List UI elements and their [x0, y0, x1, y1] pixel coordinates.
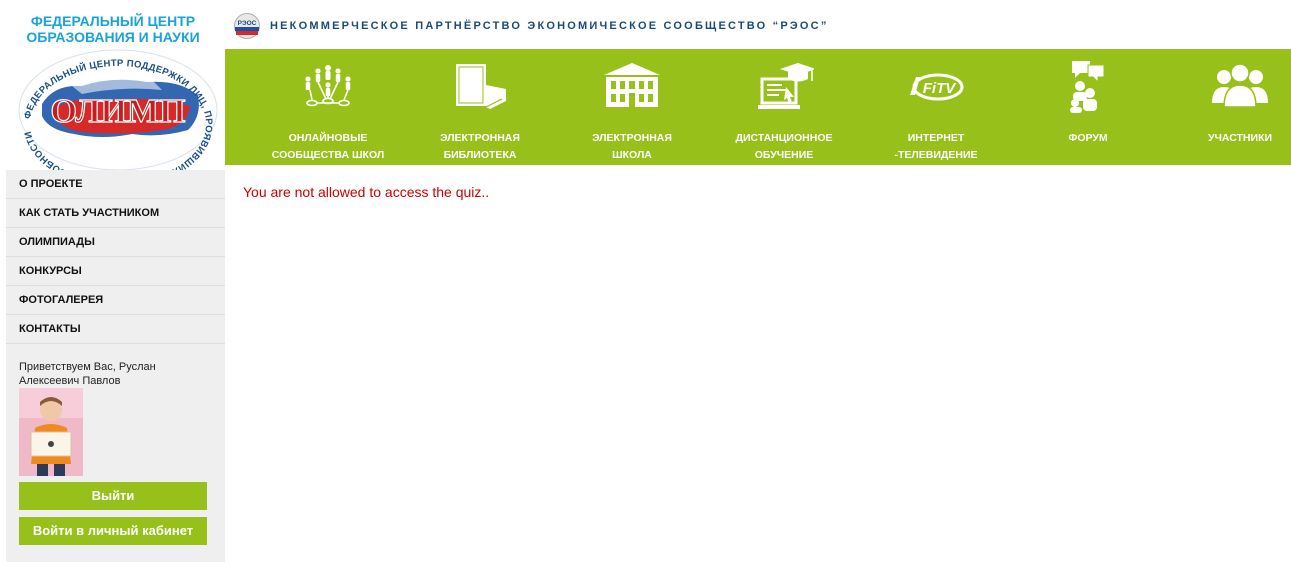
nav-e-library[interactable]: ЭЛЕКТРОННАЯ БИБЛИОТЕКА — [410, 49, 550, 165]
forum-chat-icon — [1070, 61, 1105, 113]
site-title: ФЕДЕРАЛЬНЫЙ ЦЕНТР ОБРАЗОВАНИЯ И НАУКИ — [20, 13, 206, 45]
nav-label: ЭЛЕКТРОННАЯ ШКОЛА — [592, 132, 672, 161]
access-denied-message: You are not allowed to access the quiz.. — [243, 184, 490, 200]
olimp-logo[interactable]: ФЕДЕРАЛЬНЫЙ ЦЕНТР ПОДДЕРЖКИ ЛИЦ, ПРОЯВИВ… — [12, 46, 224, 170]
avatar[interactable] — [19, 388, 83, 476]
sidebar-item-photo-gallery[interactable]: ФОТОГАЛЕРЕЯ — [6, 286, 225, 315]
network-people-icon — [305, 65, 351, 107]
sidebar: О ПРОЕКТЕ КАК СТАТЬ УЧАСТНИКОМ ОЛИМПИАДЫ… — [6, 170, 225, 562]
sidebar-item-how-to-join[interactable]: КАК СТАТЬ УЧАСТНИКОМ — [6, 199, 225, 228]
sidebar-item-olympiads[interactable]: ОЛИМПИАДЫ — [6, 228, 225, 257]
welcome-text: Приветствуем Вас, Руслан Алексеевич Павл… — [19, 361, 156, 387]
nav-label: УЧАСТНИКИ — [1207, 132, 1273, 144]
school-building-icon — [604, 63, 660, 107]
nav-forum[interactable]: ФОРУМ — [1018, 49, 1158, 165]
fitv-text: FiTV — [923, 80, 957, 97]
nav-participants[interactable]: УЧАСТНИКИ — [1170, 49, 1291, 165]
fitv-logo-icon: FiTV — [910, 73, 964, 101]
partnership-title[interactable]: НЕКОММЕРЧЕСКОЕ ПАРТНЁРСТВО ЭКОНОМИЧЕСКОЕ… — [270, 20, 829, 32]
nav-label: ЭЛЕКТРОННАЯ БИБЛИОТЕКА — [440, 132, 520, 161]
main-nav: ОНЛАЙНОВЫЕ СООБЩЕСТВА ШКОЛ ЭЛЕКТРОННАЯ Б… — [225, 49, 1291, 165]
books-icon — [456, 64, 506, 109]
logout-button[interactable]: Выйти — [19, 482, 207, 510]
sidebar-item-contests[interactable]: КОНКУРСЫ — [6, 257, 225, 286]
nav-e-school[interactable]: ЭЛЕКТРОННАЯ ШКОЛА — [562, 49, 702, 165]
nav-online-communities[interactable]: ОНЛАЙНОВЫЕ СООБЩЕСТВА ШКОЛ — [258, 49, 398, 165]
personal-cabinet-button[interactable]: Войти в личный кабинет — [19, 517, 207, 545]
nav-label: ФОРУМ — [1068, 132, 1108, 144]
sidebar-item-about[interactable]: О ПРОЕКТЕ — [6, 170, 225, 199]
nav-label: ОНЛАЙНОВЫЕ СООБЩЕСТВА ШКОЛ — [271, 132, 385, 161]
nav-label: ИНТЕРНЕТ -ТЕЛЕВИДЕНИЕ — [894, 132, 978, 161]
reos-badge-text: РЭОС — [238, 20, 257, 27]
nav-label: ДИСТАНЦИОННОЕ ОБУЧЕНИЕ — [735, 132, 833, 161]
sidebar-item-contacts[interactable]: КОНТАКТЫ — [6, 315, 225, 344]
nav-distance-learning[interactable]: ДИСТАНЦИОННОЕ ОБУЧЕНИЕ — [714, 49, 854, 165]
participants-icon — [1212, 63, 1268, 108]
site-title-line1: ФЕДЕРАЛЬНЫЙ ЦЕНТР — [30, 13, 196, 29]
nav-internet-tv[interactable]: FiTV ИНТЕРНЕТ -ТЕЛЕВИДЕНИЕ — [866, 49, 1006, 165]
logo-word: ОЛИМП — [50, 93, 185, 130]
reos-badge-icon: РЭОС — [234, 13, 260, 39]
site-title-line2: ОБРАЗОВАНИЯ И НАУКИ — [26, 29, 200, 45]
graduation-laptop-icon — [758, 63, 814, 109]
